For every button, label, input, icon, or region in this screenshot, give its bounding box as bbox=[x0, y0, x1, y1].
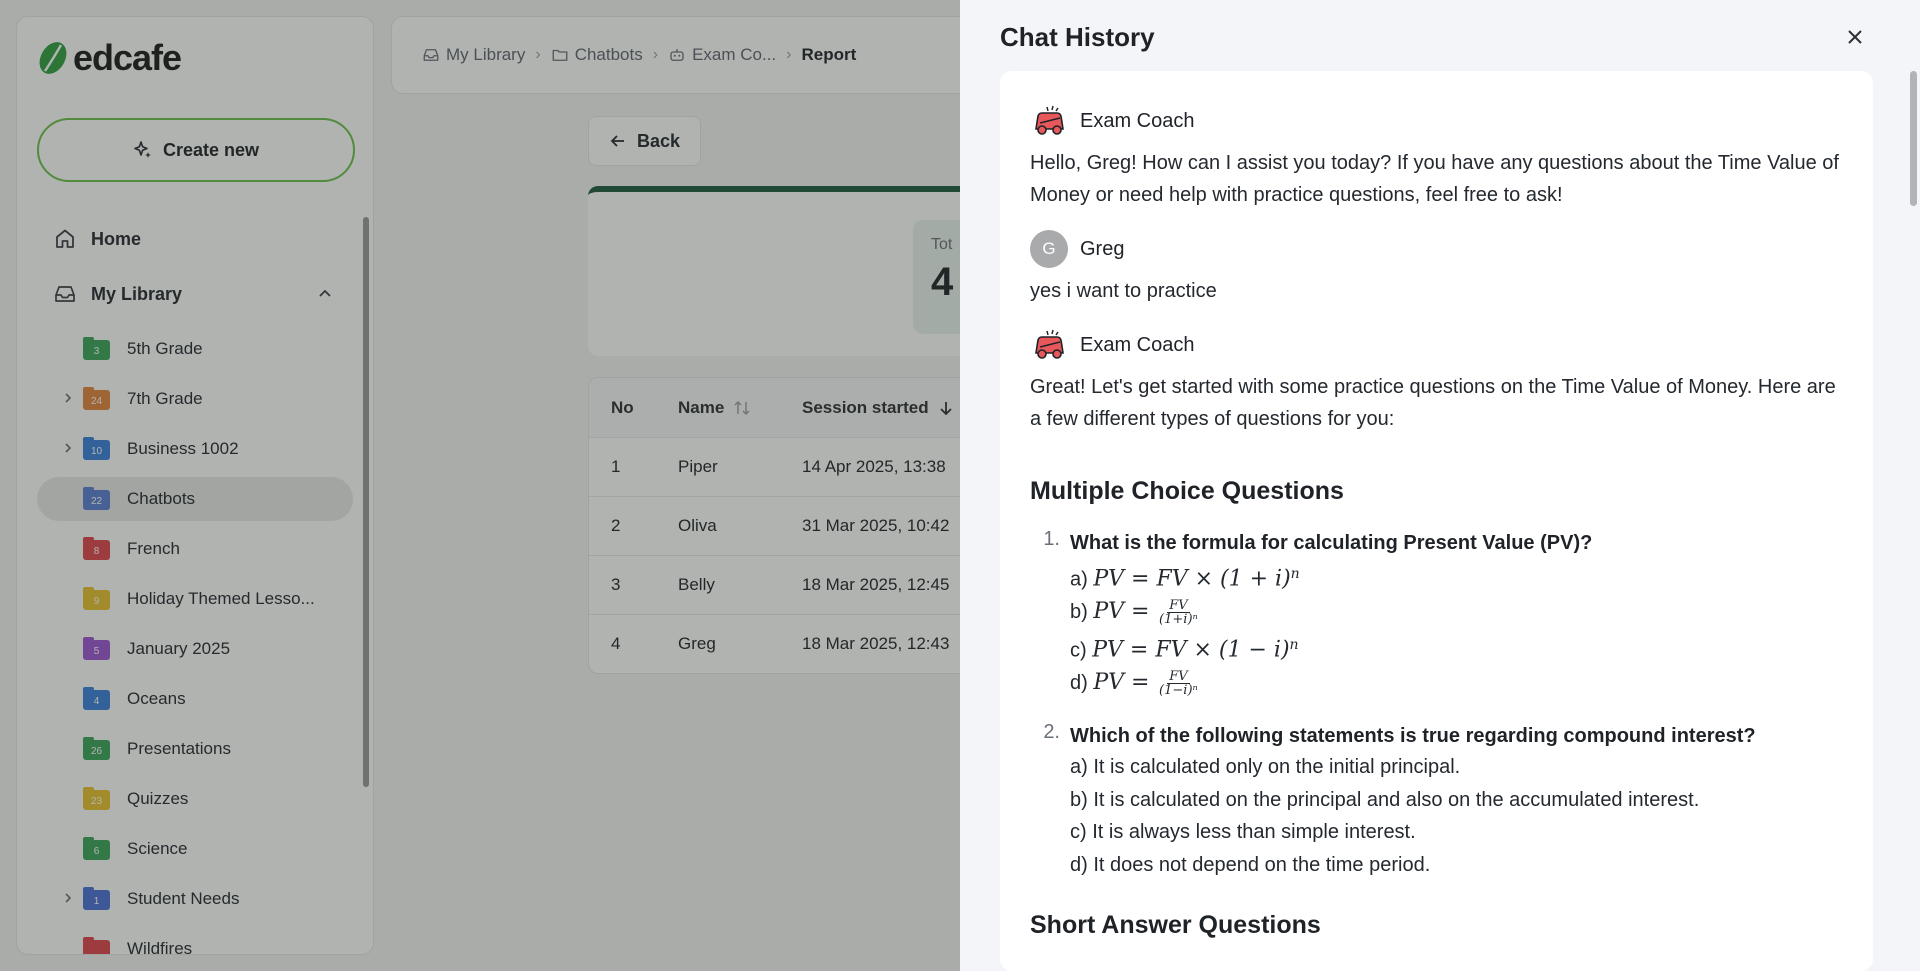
option-prefix: b) bbox=[1070, 601, 1088, 624]
answer-option: a) PV = FV × (1 + i)n bbox=[1070, 558, 1843, 596]
option-formula: PV = bbox=[1093, 669, 1150, 695]
question-number: 1. bbox=[1043, 528, 1060, 550]
fraction: FV (1+i)ⁿ bbox=[1159, 599, 1198, 626]
answer-option: b) PV = FV (1+i)ⁿ bbox=[1070, 596, 1843, 629]
answer-option: a) It is calculated only on the initial … bbox=[1070, 756, 1461, 779]
answer-option: c) It is always less than simple interes… bbox=[1070, 821, 1416, 844]
fraction: FV (1−i)ⁿ bbox=[1159, 670, 1198, 697]
message-author: Exam Coach bbox=[1030, 325, 1843, 365]
option-prefix: a) bbox=[1070, 568, 1088, 591]
close-icon bbox=[1848, 30, 1862, 44]
chat-panel: Exam Coach Hello, Greg! How can I assist… bbox=[1000, 71, 1873, 971]
question-number: 2. bbox=[1043, 721, 1060, 744]
message-text: yes i want to practice bbox=[1030, 280, 1217, 302]
chat-message: Exam Coach Hello, Greg! How can I assist… bbox=[1030, 101, 1843, 211]
section-heading: Multiple Choice Questions bbox=[1030, 477, 1344, 505]
answer-option: b) It is calculated on the principal and… bbox=[1070, 788, 1700, 811]
question-title: What is the formula for calculating Pres… bbox=[1070, 532, 1593, 554]
close-button[interactable] bbox=[1842, 24, 1868, 50]
drawer-title: Chat History bbox=[1000, 22, 1155, 52]
drawer-scrollbar[interactable] bbox=[1910, 71, 1917, 206]
modal-overlay[interactable] bbox=[0, 0, 960, 971]
answer-option: d) PV = FV (1−i)ⁿ bbox=[1070, 667, 1843, 700]
message-text: Great! Let's get started with some pract… bbox=[1030, 376, 1836, 430]
chat-history-drawer: Chat History Exam Coach Hello, Greg! How… bbox=[960, 0, 1920, 971]
option-prefix: d) bbox=[1070, 671, 1088, 694]
denominator: (1+i)ⁿ bbox=[1159, 612, 1198, 628]
question-title: Which of the following statements is tru… bbox=[1070, 725, 1756, 748]
chat-message: Exam Coach Great! Let's get started with… bbox=[1030, 325, 1843, 940]
exam-coach-avatar-icon bbox=[1035, 105, 1064, 135]
exam-coach-avatar-icon bbox=[1035, 329, 1064, 359]
numerator: FV bbox=[1167, 598, 1190, 614]
question-item: 2. Which of the following statements is … bbox=[1030, 721, 1843, 881]
exponent: n bbox=[1290, 566, 1300, 582]
author-name: Greg bbox=[1080, 237, 1125, 260]
exponent: n bbox=[1289, 636, 1299, 653]
denominator: (1−i)ⁿ bbox=[1159, 683, 1198, 699]
author-name: Exam Coach bbox=[1080, 333, 1195, 356]
question-item: 1. What is the formula for calculating P… bbox=[1030, 528, 1843, 699]
answer-option: c) PV = FV × (1 − i)n bbox=[1070, 629, 1843, 667]
message-author: Exam Coach bbox=[1030, 101, 1843, 141]
section-heading: Short Answer Questions bbox=[1030, 911, 1321, 940]
message-author: G Greg bbox=[1030, 229, 1843, 269]
option-formula: PV = FV × (1 + i) bbox=[1093, 566, 1291, 592]
message-text: Hello, Greg! How can I assist you today?… bbox=[1030, 152, 1839, 206]
author-name: Exam Coach bbox=[1080, 109, 1195, 132]
option-prefix: c) bbox=[1070, 639, 1087, 662]
answer-option: d) It does not depend on the time period… bbox=[1070, 853, 1431, 876]
option-formula: PV = bbox=[1093, 599, 1150, 625]
numerator: FV bbox=[1167, 669, 1190, 685]
avatar: G bbox=[1030, 230, 1068, 268]
chat-message: G Greg yes i want to practice bbox=[1030, 229, 1843, 307]
option-formula: PV = FV × (1 − i) bbox=[1092, 637, 1290, 663]
